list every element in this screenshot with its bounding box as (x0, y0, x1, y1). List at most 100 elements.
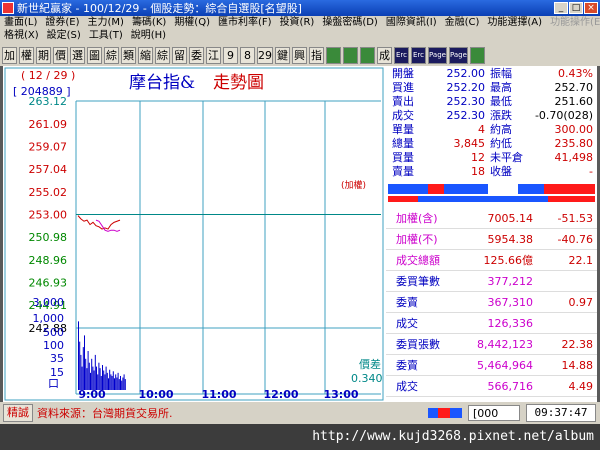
index-value: 367,310 (487, 296, 534, 309)
toolbar-button-21[interactable] (360, 46, 375, 64)
toolbar-button-6[interactable]: 綜 (104, 46, 119, 64)
quote-value-2: 251.60 (554, 95, 594, 108)
toolbar-button-12[interactable]: 江 (206, 46, 221, 64)
index-label: 成交 (396, 317, 418, 330)
status-color-indicator (428, 408, 462, 418)
volume-tick-label: 1,000 (33, 312, 65, 325)
quote-label-2: 振幅 (490, 67, 512, 80)
menu-item-row1-1[interactable]: 證券(E) (41, 16, 83, 29)
menu-item-row2-3[interactable]: 說明(H) (127, 29, 170, 42)
toolbar-button-7[interactable]: 類 (121, 46, 136, 64)
volume-bar (103, 370, 105, 390)
volume-bar (115, 374, 117, 390)
volume-bar (116, 377, 118, 390)
toolbar-button-1[interactable]: 權 (19, 46, 34, 64)
broker-tag[interactable]: 精誠 (3, 404, 33, 422)
menu-item-row1-10[interactable]: 功能選擇(A) (483, 16, 546, 29)
toolbar-button-16[interactable]: 鍵 (275, 46, 290, 64)
quote-value: 18 (471, 165, 485, 178)
quote-value: 252.30 (446, 109, 486, 122)
quote-label: 賣出 (392, 95, 414, 108)
menu-item-row1-3[interactable]: 籌碼(K) (128, 16, 170, 29)
code-input[interactable]: [000 (468, 405, 520, 421)
toolbar-button-8[interactable]: 縮 (138, 46, 153, 64)
quote-label-2: 漲跌 (490, 109, 512, 122)
volume-bar (111, 375, 113, 390)
menu-item-row1-0[interactable]: 畫面(L) (0, 16, 41, 29)
volume-bar (108, 378, 109, 390)
quote-label-2: 約高 (490, 123, 512, 136)
toolbar-button-24[interactable]: Erc (411, 46, 426, 64)
menu-item-row1-9[interactable]: 金融(C) (441, 16, 484, 29)
maximize-button[interactable]: □ (569, 2, 583, 14)
volume-bar (117, 372, 119, 390)
toolbar-button-3[interactable]: 價 (53, 46, 68, 64)
quote-value-2: -0.70(028) (534, 109, 593, 122)
menu-item-row1-6[interactable]: 投資(R) (276, 16, 319, 29)
index-change: -51.53 (557, 212, 593, 225)
trend-chart: ( 12 / 29 ) [ 204889 ] 摩台指& 走勢圖 263.1226… (3, 66, 385, 402)
volume-bar (112, 371, 114, 390)
volume-unit: 口 (48, 377, 59, 390)
index-row: 委賣 367,310 0.97 (386, 294, 597, 313)
menu-item-row2-2[interactable]: 工具(T) (85, 29, 127, 42)
quote-label: 單量 (392, 123, 414, 136)
quote-value: 252.20 (446, 81, 486, 94)
menu-item-row2-1[interactable]: 設定(S) (43, 29, 85, 42)
menu-bar: 畫面(L) 證券(E) 主力(M) 籌碼(K) 期權(Q) 匯市利率(F) 投資(R) 操盤密… (0, 16, 600, 44)
menu-item-row1-8[interactable]: 國際資訊(I) (382, 16, 441, 29)
volume-bar (123, 374, 125, 390)
y-tick-label: 261.09 (29, 118, 68, 131)
toolbar-button-10[interactable]: 留 (172, 46, 187, 64)
index-label: 委買筆數 (396, 275, 440, 288)
toolbar-button-26[interactable]: Page (448, 46, 468, 64)
toolbar-button-23[interactable]: Erc (394, 46, 409, 64)
index-row: 委買筆數 377,212 (386, 273, 597, 292)
y-tick-label: 257.04 (29, 163, 68, 176)
toolbar-button-11[interactable]: 委 (189, 46, 204, 64)
toolbar-button-9[interactable]: 綜 (155, 46, 170, 64)
quote-value: 252.30 (446, 95, 486, 108)
menu-item-row1-4[interactable]: 期權(Q) (170, 16, 214, 29)
toolbar-button-0[interactable]: 加 (2, 46, 17, 64)
index-value: 8,442,123 (477, 338, 533, 351)
quote-value: 12 (471, 151, 485, 164)
menu-item-row1-5[interactable]: 匯市利率(F) (214, 16, 276, 29)
toolbar-button-14[interactable]: 8 (240, 46, 255, 64)
index-value: 566,716 (487, 380, 534, 393)
quote-row: 賣出 252.30 最低 251.60 (386, 96, 597, 108)
minimize-button[interactable]: _ (554, 2, 568, 14)
toolbar-button-5[interactable]: 圖 (87, 46, 102, 64)
toolbar-button-18[interactable]: 指 (309, 46, 324, 64)
index-row: 加權(含) 7005.14 -51.53 (386, 210, 597, 229)
toolbar-button-20[interactable] (343, 46, 358, 64)
toolbar-button-13[interactable]: 9 (223, 46, 238, 64)
volume-bar (102, 365, 103, 390)
quote-row: 賣量 18 收盤 - (386, 166, 597, 178)
toolbar-button-25[interactable]: Page (428, 46, 447, 64)
menu-item-row1-11[interactable]: 功能操作(E) (546, 16, 600, 29)
quote-row: 成交 252.30 漲跌 -0.70(028) (386, 110, 597, 122)
toolbar-button-17[interactable]: 興 (292, 46, 307, 64)
toolbar-button-22[interactable]: 成 (377, 46, 392, 64)
volume-tick-label: 35 (50, 352, 64, 365)
toolbar-button-27[interactable] (469, 46, 485, 64)
toolbar-button-15[interactable]: 29 (257, 46, 273, 64)
volume-bar (84, 335, 85, 390)
volume-bar (85, 358, 87, 390)
toolbar-button-19[interactable] (326, 46, 341, 64)
quote-value: 4 (478, 123, 485, 136)
menu-item-row2-0[interactable]: 格視(X) (0, 29, 43, 42)
menu-item-row1-7[interactable]: 操盤密碼(D) (318, 16, 382, 29)
chart-pane: ( 12 / 29 ) [ 204889 ] 摩台指& 走勢圖 263.12 26… (3, 66, 385, 402)
toolbar-button-2[interactable]: 期 (36, 46, 51, 64)
index-value: 126,336 (487, 317, 534, 330)
volume-bar (92, 366, 94, 390)
y-tick-label: 259.07 (29, 140, 68, 153)
main-area: ( 12 / 29 ) [ 204889 ] 摩台指& 走勢圖 263.12 26… (3, 66, 597, 402)
volume-bar (96, 366, 97, 390)
toolbar-button-4[interactable]: 選 (70, 46, 85, 64)
reference-label: (加權) (341, 179, 366, 191)
menu-item-row1-2[interactable]: 主力(M) (84, 16, 128, 29)
close-button[interactable]: × (584, 2, 598, 14)
